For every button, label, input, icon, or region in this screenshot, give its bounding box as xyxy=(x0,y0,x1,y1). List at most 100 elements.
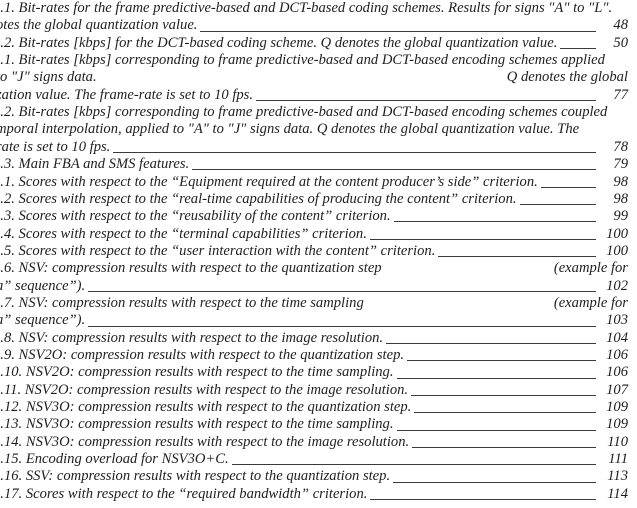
toc-entry-text: 4.2. Scores with respect to the “real-ti… xyxy=(0,190,517,207)
toc-leader-line xyxy=(386,342,596,344)
toc-page-number[interactable]: 111 xyxy=(602,451,628,468)
toc-page-number[interactable]: 98 xyxy=(602,174,628,191)
toc-entry-text: 4.16. SSV: compression results with resp… xyxy=(0,468,391,485)
toc-leader-line xyxy=(393,481,596,483)
toc-entry-text: 4.8. NSV: compression results with respe… xyxy=(0,329,384,346)
toc-entry-text: 2.1. Bit-rates for the frame predictive-… xyxy=(0,0,613,16)
toc-entry-continuation: a” sequence”). 102 xyxy=(0,278,628,295)
toc-entry-text: a” sequence”). xyxy=(0,312,86,329)
toc-entry-continuation: rate is set to 10 fps. 78 xyxy=(0,139,628,156)
toc-entry-line: 4.12. NSV3O: compression results with re… xyxy=(0,399,628,416)
toc-entry-text: 2.2. Bit-rates [kbps] for the DCT-based … xyxy=(0,34,558,51)
toc-entry-tail-text: (example for xyxy=(553,294,628,311)
toc-entry-line: 4.5. Scores with respect to the “user in… xyxy=(0,243,628,260)
toc-entry-line: 4.3. Scores with respect to the “reusabi… xyxy=(0,208,628,225)
toc-entry-tail-text: (example for xyxy=(553,260,628,277)
toc-entry-line: 4.17. Scores with respect to the “requir… xyxy=(0,486,628,503)
toc-page-number[interactable]: 78 xyxy=(602,139,628,156)
toc-leader-line xyxy=(411,394,596,396)
toc-entry-line: 4.4. Scores with respect to the “termina… xyxy=(0,226,628,243)
toc-leader-line xyxy=(88,325,596,327)
toc-entry-line: 4.7. NSV: compression results with respe… xyxy=(0,295,628,312)
toc-leader-line xyxy=(393,221,596,223)
toc-entry-line: 4.13. NSV3O: compression results with re… xyxy=(0,416,628,433)
toc-entry-line: 3.1. Bit-rates [kbps] corresponding to f… xyxy=(0,52,628,69)
toc-entry-continuation: mporal interpolation, applied to "A" to … xyxy=(0,121,628,138)
toc-entry-line: 4.1. Scores with respect to the “Equipme… xyxy=(0,174,628,191)
toc-page-number[interactable]: 104 xyxy=(602,330,628,347)
toc-page-number[interactable]: 50 xyxy=(602,35,628,52)
toc-entry-line: 4.14. NSV3O: compression results with re… xyxy=(0,434,628,451)
toc-entry-text: 4.1. Scores with respect to the “Equipme… xyxy=(0,173,538,190)
toc-leader-line xyxy=(540,186,596,188)
toc-page-number[interactable]: 106 xyxy=(602,364,628,381)
toc-entry-line: 4.9. NSV2O: compression results with res… xyxy=(0,347,628,364)
toc-page-number[interactable]: 106 xyxy=(602,347,628,364)
toc-entry-line: 4.11. NSV2O: compression results with re… xyxy=(0,382,628,399)
toc-page-number[interactable]: 77 xyxy=(602,87,628,104)
toc-leader-line xyxy=(560,47,596,49)
toc-entry-text: 3.1. Bit-rates [kbps] corresponding to f… xyxy=(0,52,605,69)
toc-entry-text: 4.17. Scores with respect to the “requir… xyxy=(0,485,368,502)
toc-page-number[interactable]: 48 xyxy=(602,17,628,34)
toc-leader-line xyxy=(412,447,596,449)
toc-entry-continuation: to "J" signs data. Q denotes the global xyxy=(0,69,628,86)
toc-page-number[interactable]: 99 xyxy=(602,208,628,225)
toc-page-number[interactable]: 107 xyxy=(602,382,628,399)
toc-entry-text: 4.5. Scores with respect to the “user in… xyxy=(0,242,436,259)
toc-entry-text: 4.13. NSV3O: compression results with re… xyxy=(0,416,394,433)
toc-page-number[interactable]: 79 xyxy=(602,156,628,173)
toc-entry-line: 2.2. Bit-rates [kbps] for the DCT-based … xyxy=(0,35,628,52)
toc-leader-line xyxy=(407,360,596,362)
toc-page-number[interactable]: 110 xyxy=(602,434,628,451)
toc-leader-line xyxy=(370,499,596,501)
toc-leader-line xyxy=(414,412,596,414)
toc-leader-line xyxy=(113,152,596,154)
toc-entry-text: 4.11. NSV2O: compression results with re… xyxy=(0,381,409,398)
toc-entry-tail-text: Q denotes the global xyxy=(506,69,628,86)
toc-page-number[interactable]: 109 xyxy=(602,399,628,416)
toc-leader-line xyxy=(396,429,596,431)
toc-leader-line xyxy=(200,30,596,32)
toc-leader-line xyxy=(396,377,596,379)
toc-entry-line: 3.2. Bit-rates [kbps] corresponding to f… xyxy=(0,104,628,121)
toc-entry-line: 4.10. NSV2O: compression results with re… xyxy=(0,364,628,381)
toc-entry-text: zation value. The frame-rate is set to 1… xyxy=(0,86,253,103)
toc-entry-line: 4.16. SSV: compression results with resp… xyxy=(0,468,628,485)
toc-page-number[interactable]: 114 xyxy=(602,486,628,503)
toc-page-number[interactable]: 100 xyxy=(602,243,628,260)
toc-entry-text: otes the global quantization value. xyxy=(0,17,198,34)
toc-entry-text: 4.15. Encoding overload for NSV3O+C. xyxy=(0,451,229,468)
toc-page-number[interactable]: 100 xyxy=(602,226,628,243)
toc-entry-text: 4.14. NSV3O: compression results with re… xyxy=(0,433,410,450)
toc-entry-text: to "J" signs data. xyxy=(0,69,97,86)
toc-page-number[interactable]: 113 xyxy=(602,468,628,485)
table-of-contents-page: 2.1. Bit-rates for the frame predictive-… xyxy=(0,0,637,508)
toc-page-number[interactable]: 98 xyxy=(602,191,628,208)
toc-leader-line xyxy=(369,238,596,240)
toc-page-number[interactable]: 109 xyxy=(602,416,628,433)
toc-entry-text: 4.9. NSV2O: compression results with res… xyxy=(0,347,405,363)
toc-entry-line: 4.15. Encoding overload for NSV3O+C. 111 xyxy=(0,451,628,468)
toc-entry-text: 4.10. NSV2O: compression results with re… xyxy=(0,364,394,381)
toc-leader-line xyxy=(256,100,596,102)
toc-leader-line xyxy=(88,290,596,292)
toc-entry-line: 2.1. Bit-rates for the frame predictive-… xyxy=(0,0,628,17)
toc-leader-line xyxy=(192,169,596,171)
toc-page-number[interactable]: 103 xyxy=(602,312,628,329)
toc-page-number[interactable]: 102 xyxy=(602,278,628,295)
toc-entry-line: 4.8. NSV: compression results with respe… xyxy=(0,330,628,347)
toc-entry-text: rate is set to 10 fps. xyxy=(0,138,111,155)
toc-entry-line: 4.2. Scores with respect to the “real-ti… xyxy=(0,191,628,208)
toc-leader-line xyxy=(231,464,596,466)
toc-entry-text: 4.7. NSV: compression results with respe… xyxy=(0,294,364,311)
toc-entry-line: 4.6. NSV: compression results with respe… xyxy=(0,260,628,277)
toc-entry-text: 4.6. NSV: compression results with respe… xyxy=(0,260,382,277)
toc-entry-text: 3.3. Main FBA and SMS features. xyxy=(0,156,190,173)
toc-entry-text: 4.12. NSV3O: compression results with re… xyxy=(0,399,412,416)
toc-entry-text: mporal interpolation, applied to "A" to … xyxy=(0,121,580,138)
toc-entry-text: 4.3. Scores with respect to the “reusabi… xyxy=(0,208,391,225)
toc-entry-line: 3.3. Main FBA and SMS features. 79 xyxy=(0,156,628,173)
toc-entry-text: 4.4. Scores with respect to the “termina… xyxy=(0,225,367,242)
toc-leader-line xyxy=(438,256,596,258)
